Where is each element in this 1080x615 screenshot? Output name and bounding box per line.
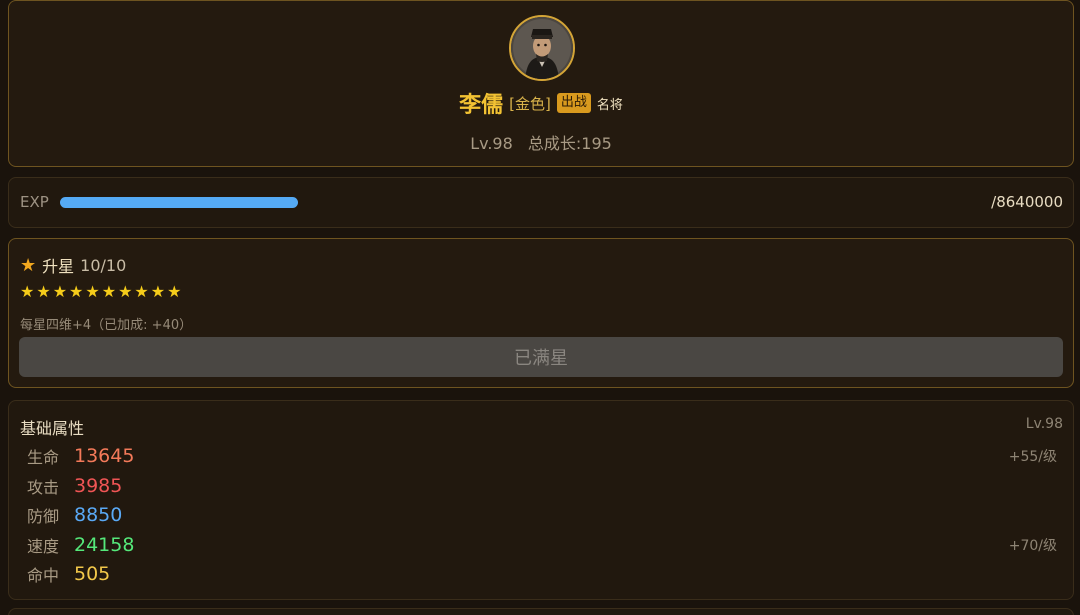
star-filled-icon: ★: [134, 282, 149, 301]
attribute-row-defense: 防御 8850: [27, 502, 1057, 528]
star-filled-icon: ★: [52, 282, 68, 301]
star-count: 10/10: [80, 255, 127, 275]
hero-info-card: 李儒 [金色] 出战 名将 Lv.98 总成长:195: [8, 0, 1074, 167]
attribute-label: 防御: [27, 507, 60, 526]
star-filled-icon: ★: [101, 282, 117, 301]
next-section-card: [8, 608, 1074, 615]
hero-name: 李儒: [459, 93, 504, 118]
hero-name-row: 李儒 [金色] 出战 名将: [9, 87, 1073, 119]
attribute-row-hp: 生命 13645 +55/级: [27, 443, 1057, 469]
attributes-title: 基础属性: [20, 419, 85, 438]
hero-avatar[interactable]: [509, 15, 575, 81]
hero-portrait-icon: [511, 17, 573, 79]
star-up-card: ★ 升星 10/10 ★ ★ ★ ★ ★ ★ ★ ★ ★ ★ 每星四维+4（已加…: [8, 238, 1074, 388]
hero-total-growth: 总成长:195: [527, 134, 612, 153]
attributes-level: Lv.98: [1025, 416, 1063, 432]
star-up-header: ★ 升星 10/10: [20, 253, 126, 277]
star-icon: ★: [20, 254, 37, 276]
star-filled-icon: ★: [36, 282, 51, 301]
star-filled-icon: ★: [150, 282, 166, 301]
attribute-value: 24158: [74, 534, 135, 556]
attribute-growth: +55/级: [1008, 449, 1057, 465]
attribute-row-speed: 速度 24158 +70/级: [27, 532, 1057, 558]
attribute-value: 8850: [74, 504, 123, 526]
star-filled-icon: ★: [85, 282, 100, 301]
exp-progress-fill: [60, 197, 298, 208]
hero-level: Lv.98: [470, 134, 513, 153]
base-attributes-card: 基础属性 Lv.98 生命 13645 +55/级 攻击 3985 防御 885…: [8, 400, 1074, 600]
star-filled-icon: ★: [118, 282, 133, 301]
attribute-row-hit: 命中 505: [27, 561, 1057, 587]
famous-badge: 名将: [596, 97, 623, 113]
star-filled-icon: ★: [69, 282, 84, 301]
attribute-value: 3985: [74, 475, 123, 497]
star-up-title: 升星: [42, 257, 75, 276]
star-rating: ★ ★ ★ ★ ★ ★ ★ ★ ★ ★: [20, 282, 181, 301]
attribute-label: 速度: [27, 537, 60, 556]
exp-label: EXP: [20, 193, 49, 211]
attribute-row-attack: 攻击 3985: [27, 473, 1057, 499]
star-filled-icon: ★: [167, 282, 182, 301]
attribute-label: 生命: [27, 448, 60, 467]
exp-card: EXP /8640000: [8, 177, 1074, 228]
exp-value: /8640000: [991, 193, 1063, 211]
hero-detail-screen: 李儒 [金色] 出战 名将 Lv.98 总成长:195 EXP /8640000…: [0, 0, 1080, 615]
attribute-value: 13645: [74, 445, 135, 467]
exp-progress-bar: [60, 197, 940, 208]
attribute-value: 505: [74, 563, 111, 585]
attribute-label: 命中: [27, 566, 60, 585]
attribute-growth: +70/级: [1008, 538, 1057, 554]
star-bonus-text: 每星四维+4（已加成: +40）: [20, 318, 193, 333]
hero-quality: [金色]: [509, 94, 551, 113]
max-star-button[interactable]: 已满星: [19, 337, 1063, 377]
battle-badge: 出战: [556, 93, 591, 113]
hero-level-row: Lv.98 总成长:195: [9, 130, 1073, 154]
attribute-label: 攻击: [27, 478, 60, 497]
star-filled-icon: ★: [20, 282, 35, 301]
